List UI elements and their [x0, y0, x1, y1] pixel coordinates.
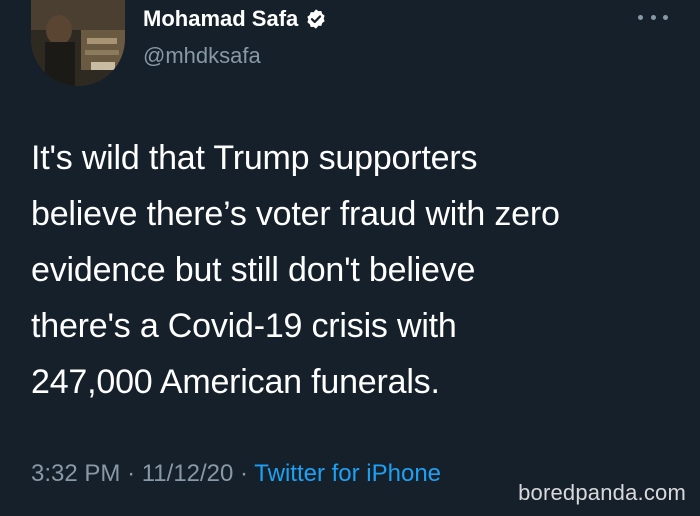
meta-separator: · — [240, 460, 249, 487]
more-dot — [663, 14, 668, 20]
more-dot — [650, 14, 656, 20]
author-handle[interactable]: @mhdksafa — [143, 43, 261, 69]
watermark: boredpanda.com — [518, 480, 686, 505]
tweet-source-link[interactable]: Twitter for iPhone — [254, 460, 441, 487]
tweet-text-line: there's a Covid-19 crisis with — [31, 307, 457, 345]
tweet-text: It's wild that Trump supporters believe … — [31, 130, 671, 410]
more-options-icon[interactable] — [638, 10, 668, 24]
tweet-time[interactable]: 3:32 PM — [31, 460, 120, 487]
tweet-text-line: 247,000 American funerals. — [31, 363, 440, 401]
author-name-text: Mohamad Safa — [143, 6, 299, 31]
tweet-text-line: It's wild that Trump supporters — [31, 139, 478, 177]
tweet-metadata: 3:32 PM · 11/12/20 · Twitter for iPhone — [31, 460, 441, 488]
avatar-photo — [31, 0, 125, 86]
tweet-text-line: believe there’s voter fraud with zero — [31, 195, 560, 233]
verified-badge-icon — [307, 9, 325, 29]
author-name[interactable]: Mohamad Safa — [143, 6, 327, 32]
avatar[interactable] — [31, 0, 125, 86]
meta-separator: · — [127, 460, 136, 487]
tweet-text-line: evidence but still don't believe — [31, 251, 476, 289]
more-dot — [638, 14, 643, 20]
tweet-card: Mohamad Safa @mhdksafa It's wild that Tr… — [0, 0, 700, 516]
tweet-date[interactable]: 11/12/20 — [142, 460, 234, 487]
